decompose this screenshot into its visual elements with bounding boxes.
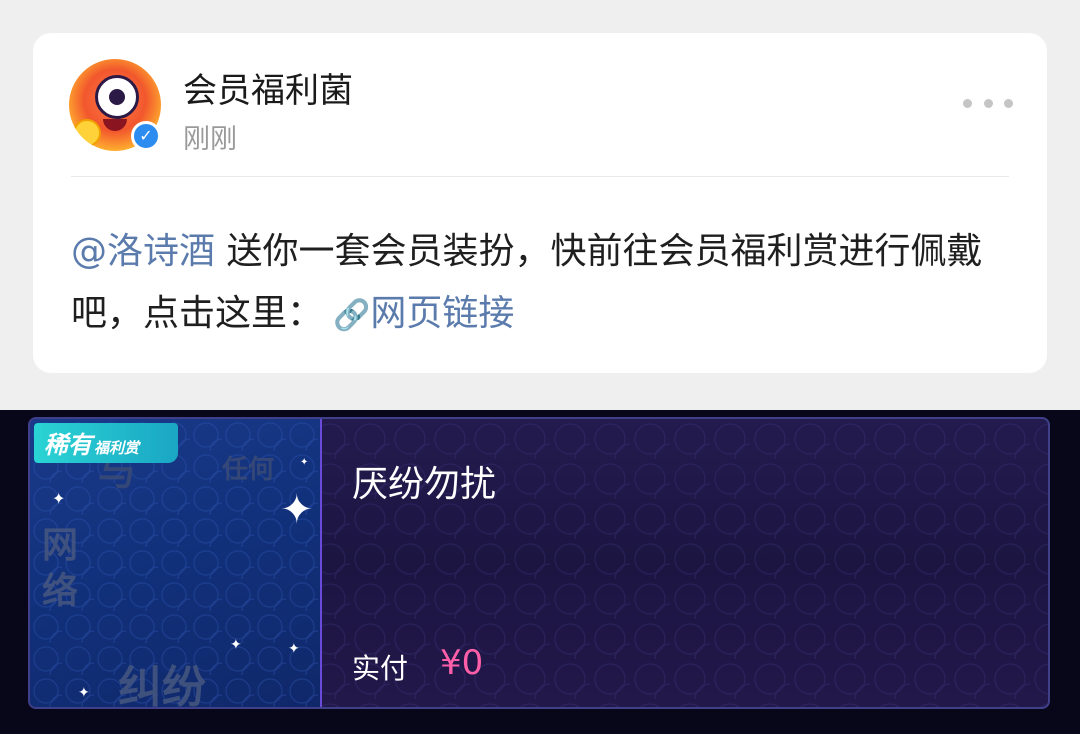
mascot-eye-icon: [95, 75, 139, 119]
author-name[interactable]: 会员福利菌: [183, 63, 353, 112]
price-label: 实付: [352, 652, 409, 685]
link-icon[interactable]: 🔗: [333, 298, 370, 333]
rare-badge: 稀有 福利赏: [34, 423, 178, 463]
sparkle-icon: ✦: [78, 685, 90, 701]
rare-badge-main: 稀有: [44, 431, 92, 459]
coin-icon: [73, 119, 101, 147]
web-link[interactable]: 网页链接: [370, 293, 514, 334]
more-dots-icon: [1004, 98, 1013, 108]
sparkle-icon: ✦: [288, 641, 300, 657]
sparkle-icon: ✦: [300, 457, 309, 468]
mention-link[interactable]: @洛诗酒: [71, 231, 215, 272]
price-value: ¥0: [440, 643, 484, 683]
more-dots-icon: [983, 98, 993, 108]
rare-badge-sub: 福利赏: [94, 439, 140, 457]
thumb-text: 纠纷: [118, 662, 206, 707]
feed-background: ✓ 会员福利菌 刚刚 @洛诗酒 送你一套会员装扮，快前往会员福利赏进行佩戴吧，点…: [0, 0, 1080, 410]
more-dots-icon: [963, 98, 972, 108]
product-card[interactable]: 与 任何 网络 纠纷 ✦ ✦ ✦ ✦ ✦ ✦ 稀有 福利赏 厌纷勿扰 实付 ¥0: [28, 417, 1050, 709]
post-card[interactable]: ✓ 会员福利菌 刚刚 @洛诗酒 送你一套会员装扮，快前往会员福利赏进行佩戴吧，点…: [33, 33, 1047, 373]
mascot-mouth-icon: [103, 119, 127, 131]
sparkle-icon: ✦: [230, 637, 242, 653]
thumb-text: 任何: [222, 455, 275, 485]
post-text: @洛诗酒 送你一套会员装扮，快前往会员福利赏进行佩戴吧，点击这里： 🔗网页链接: [71, 221, 1021, 347]
divider: [71, 176, 1009, 177]
thumb-text: 网络: [42, 525, 79, 612]
sparkle-icon: ✦: [280, 487, 314, 533]
product-title: 厌纷勿扰: [352, 464, 497, 505]
product-thumbnail[interactable]: 与 任何 网络 纠纷 ✦ ✦ ✦ ✦ ✦ ✦ 稀有 福利赏: [30, 419, 322, 707]
sparkle-icon: ✦: [52, 489, 66, 508]
verified-icon: ✓: [131, 121, 161, 151]
more-button[interactable]: [963, 91, 1013, 115]
post-time: 刚刚: [183, 124, 237, 155]
